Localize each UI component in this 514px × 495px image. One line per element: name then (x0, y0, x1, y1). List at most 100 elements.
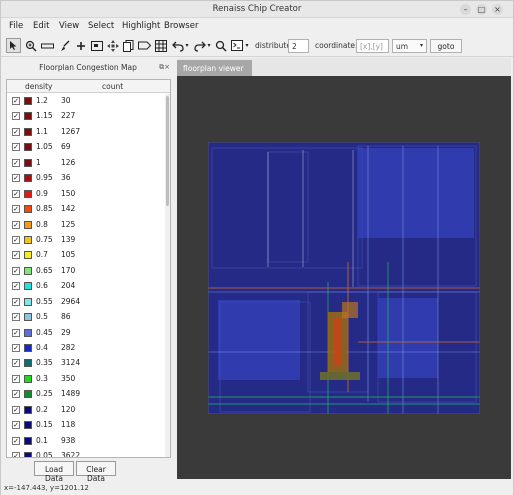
menu-view[interactable]: View (59, 21, 79, 31)
row-checkbox[interactable]: ✓ (12, 313, 20, 322)
copy-icon[interactable] (121, 38, 136, 53)
count-value: 126 (61, 157, 76, 167)
table-row[interactable]: ✓ 0.6 204 (7, 279, 165, 294)
close-icon[interactable]: × (492, 4, 503, 15)
floorplan-canvas[interactable] (177, 76, 511, 479)
row-checkbox[interactable]: ✓ (12, 344, 20, 352)
row-checkbox[interactable]: ✓ (12, 282, 20, 291)
row-checkbox[interactable]: ✓ (12, 405, 20, 414)
table-row[interactable]: ✓ 0.5 86 (7, 310, 165, 325)
column-count[interactable]: count (102, 82, 123, 91)
table-row[interactable]: ✓ 0.3 350 (7, 372, 165, 387)
table-row[interactable]: ✓ 0.45 29 (7, 326, 165, 341)
redo-dropdown-icon[interactable]: ▾ (205, 38, 213, 53)
grid-icon[interactable] (153, 38, 168, 53)
count-value: 2964 (61, 296, 81, 306)
menu-edit[interactable]: Edit (33, 21, 49, 31)
table-row[interactable]: ✓ 0.15 118 (7, 418, 165, 433)
table-row[interactable]: ✓ 0.7 105 (7, 248, 165, 263)
table-row[interactable]: ✓ 0.95 36 (7, 171, 165, 186)
column-density[interactable]: density (25, 82, 53, 91)
load-data-button[interactable]: Load Data (34, 461, 74, 483)
density-value: 0.4 (36, 343, 48, 352)
row-checkbox[interactable]: ✓ (12, 97, 20, 105)
table-row[interactable]: ✓ 0.4 282 (7, 341, 165, 356)
density-color-swatch (24, 174, 32, 183)
tag-icon[interactable] (137, 38, 152, 53)
table-row[interactable]: ✓ 0.25 1489 (7, 387, 165, 402)
table-row[interactable]: ✓ 0.2 120 (7, 403, 165, 418)
select-icon[interactable] (6, 38, 21, 53)
table-row[interactable]: ✓ 0.75 139 (7, 233, 165, 248)
row-checkbox[interactable]: ✓ (12, 189, 20, 198)
row-checkbox[interactable]: ✓ (12, 359, 20, 368)
dock-float-close-icon[interactable]: ⧉× (159, 63, 170, 72)
row-checkbox[interactable]: ✓ (12, 436, 20, 445)
menu-highlight[interactable]: Highlight (122, 21, 160, 31)
ruler-icon[interactable] (40, 38, 55, 53)
table-row[interactable]: ✓ 0.05 3622 (7, 449, 165, 458)
table-row[interactable]: ✓ 0.9 150 (7, 187, 165, 202)
row-checkbox[interactable]: ✓ (12, 266, 20, 275)
row-checkbox[interactable]: ✓ (12, 127, 20, 136)
row-checkbox[interactable]: ✓ (12, 220, 20, 229)
search-icon[interactable] (213, 38, 228, 53)
table-row[interactable]: ✓ 0.55 2964 (7, 295, 165, 310)
move-icon[interactable] (105, 38, 120, 53)
density-value: 0.05 (36, 451, 53, 458)
row-checkbox[interactable]: ✓ (12, 297, 20, 306)
cursor-coordinates: x=-147.443, y=1201.12 (4, 484, 89, 492)
terminal-dropdown-icon[interactable]: ▾ (243, 38, 251, 53)
clear-data-button[interactable]: Clear Data (76, 461, 116, 483)
table-row[interactable]: ✓ 1.05 69 (7, 140, 165, 155)
menu-browser[interactable]: Browser (164, 21, 198, 31)
table-row[interactable]: ✓ 1.2 30 (7, 94, 165, 109)
menu-file[interactable]: File (9, 21, 23, 31)
table-row[interactable]: ✓ 0.85 142 (7, 202, 165, 217)
count-value: 3622 (61, 451, 81, 458)
coordinate-input[interactable]: [x],[y] (356, 39, 389, 53)
goto-button[interactable]: goto (430, 39, 462, 53)
row-checkbox[interactable]: ✓ (12, 235, 20, 244)
tab-floorplan-viewer[interactable]: floorplan viewer (177, 60, 252, 76)
table-row[interactable]: ✓ 1.1 1267 (7, 125, 165, 140)
density-color-swatch (24, 344, 32, 352)
count-value: 350 (61, 373, 76, 383)
terminal-icon[interactable] (229, 38, 244, 53)
density-color-swatch (24, 313, 32, 322)
table-row[interactable]: ✓ 0.8 125 (7, 218, 165, 233)
count-value: 105 (61, 250, 76, 260)
title-bar: Renaiss Chip Creator – □ × (1, 1, 513, 18)
row-checkbox[interactable]: ✓ (12, 174, 20, 183)
row-checkbox[interactable]: ✓ (12, 205, 20, 214)
table-row[interactable]: ✓ 0.1 938 (7, 434, 165, 449)
row-checkbox[interactable]: ✓ (12, 158, 20, 167)
table-row[interactable]: ✓ 0.35 3124 (7, 356, 165, 371)
vertical-scrollbar[interactable] (165, 94, 170, 457)
count-value: 30 (61, 96, 71, 105)
table-row[interactable]: ✓ 0.65 170 (7, 264, 165, 279)
box-icon[interactable] (89, 38, 104, 53)
unit-select[interactable]: um ▾ (392, 39, 427, 53)
scrollbar-thumb[interactable] (166, 96, 169, 206)
distribute-input[interactable]: 2 (288, 39, 309, 53)
row-checkbox[interactable]: ✓ (12, 112, 20, 121)
row-checkbox[interactable]: ✓ (12, 328, 20, 337)
add-icon[interactable] (73, 38, 88, 53)
density-value: 1.05 (36, 142, 53, 152)
row-checkbox[interactable]: ✓ (12, 143, 20, 152)
zoom-in-icon[interactable] (23, 38, 38, 53)
menu-select[interactable]: Select (88, 21, 114, 31)
table-row[interactable]: ✓ 1 126 (7, 156, 165, 171)
minimize-icon[interactable]: – (460, 4, 471, 15)
row-checkbox[interactable]: ✓ (12, 452, 20, 457)
row-checkbox[interactable]: ✓ (12, 374, 20, 383)
row-checkbox[interactable]: ✓ (12, 421, 20, 430)
row-checkbox[interactable]: ✓ (12, 251, 20, 260)
count-value: 170 (61, 265, 76, 275)
undo-dropdown-icon[interactable]: ▾ (183, 38, 191, 53)
row-checkbox[interactable]: ✓ (12, 390, 20, 399)
broom-icon[interactable] (57, 38, 72, 53)
maximize-icon[interactable]: □ (476, 4, 487, 15)
table-row[interactable]: ✓ 1.15 227 (7, 109, 165, 124)
